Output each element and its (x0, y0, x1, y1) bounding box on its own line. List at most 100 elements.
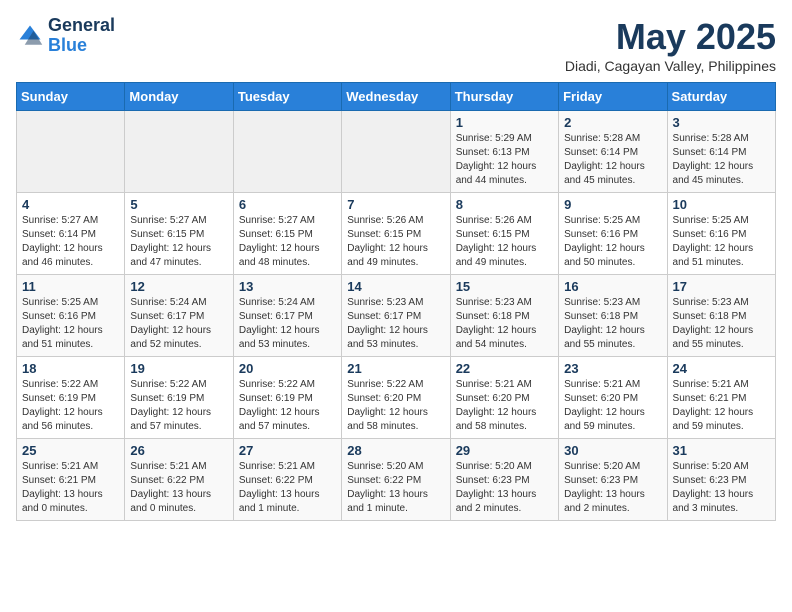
day-info: Sunrise: 5:22 AM Sunset: 6:19 PM Dayligh… (22, 378, 119, 434)
calendar-cell: 9 Sunrise: 5:25 AM Sunset: 6:16 PM Daylig… (559, 193, 667, 275)
title-block: May 2025 Diadi, Cagayan Valley, Philippi… (565, 16, 776, 74)
calendar-cell: 28 Sunrise: 5:20 AM Sunset: 6:22 PM Dayli… (342, 439, 450, 521)
day-info: Sunrise: 5:20 AM Sunset: 6:23 PM Dayligh… (564, 460, 661, 516)
calendar-cell: 4Sunrise: 5:27 AM Sunset: 6:14 PM Daylig… (17, 193, 125, 275)
day-info: Sunrise: 5:28 AM Sunset: 6:14 PM Dayligh… (564, 132, 661, 188)
calendar-cell: 23 Sunrise: 5:21 AM Sunset: 6:20 PM Dayli… (559, 357, 667, 439)
day-number: 14 (347, 279, 444, 294)
day-number: 6 (239, 197, 336, 212)
day-number: 18 (22, 361, 119, 376)
calendar-cell: 14Sunrise: 5:23 AM Sunset: 6:17 PM Dayli… (342, 275, 450, 357)
calendar-cell (125, 111, 233, 193)
day-info: Sunrise: 5:27 AM Sunset: 6:14 PM Dayligh… (22, 214, 119, 270)
day-number: 2 (564, 115, 661, 130)
day-info: Sunrise: 5:21 AM Sunset: 6:21 PM Dayligh… (22, 460, 119, 516)
calendar-cell: 12 Sunrise: 5:24 AM Sunset: 6:17 PM Dayli… (125, 275, 233, 357)
calendar-week-row: 4Sunrise: 5:27 AM Sunset: 6:14 PM Daylig… (17, 193, 776, 275)
day-info: Sunrise: 5:21 AM Sunset: 6:20 PM Dayligh… (456, 378, 553, 434)
day-info: Sunrise: 5:26 AM Sunset: 6:15 PM Dayligh… (456, 214, 553, 270)
day-number: 22 (456, 361, 553, 376)
day-info: Sunrise: 5:25 AM Sunset: 6:16 PM Dayligh… (673, 214, 770, 270)
day-info: Sunrise: 5:25 AM Sunset: 6:16 PM Dayligh… (22, 296, 119, 352)
calendar-cell (233, 111, 341, 193)
day-info: Sunrise: 5:21 AM Sunset: 6:20 PM Dayligh… (564, 378, 661, 434)
day-number: 19 (130, 361, 227, 376)
day-info: Sunrise: 5:20 AM Sunset: 6:23 PM Dayligh… (456, 460, 553, 516)
day-number: 30 (564, 443, 661, 458)
location-subtitle: Diadi, Cagayan Valley, Philippines (565, 58, 776, 74)
day-number: 29 (456, 443, 553, 458)
day-header-sunday: Sunday (17, 83, 125, 111)
day-number: 23 (564, 361, 661, 376)
day-number: 26 (130, 443, 227, 458)
day-number: 3 (673, 115, 770, 130)
day-number: 12 (130, 279, 227, 294)
day-info: Sunrise: 5:24 AM Sunset: 6:17 PM Dayligh… (239, 296, 336, 352)
calendar-header-row: SundayMondayTuesdayWednesdayThursdayFrid… (17, 83, 776, 111)
calendar-week-row: 11Sunrise: 5:25 AM Sunset: 6:16 PM Dayli… (17, 275, 776, 357)
calendar-cell: 1Sunrise: 5:29 AM Sunset: 6:13 PM Daylig… (450, 111, 558, 193)
calendar-cell: 5 Sunrise: 5:27 AM Sunset: 6:15 PM Daylig… (125, 193, 233, 275)
logo-line1: General (48, 16, 115, 36)
calendar-cell: 11Sunrise: 5:25 AM Sunset: 6:16 PM Dayli… (17, 275, 125, 357)
day-info: Sunrise: 5:26 AM Sunset: 6:15 PM Dayligh… (347, 214, 444, 270)
day-number: 20 (239, 361, 336, 376)
day-number: 28 (347, 443, 444, 458)
calendar-cell: 6 Sunrise: 5:27 AM Sunset: 6:15 PM Daylig… (233, 193, 341, 275)
day-info: Sunrise: 5:21 AM Sunset: 6:22 PM Dayligh… (130, 460, 227, 516)
day-number: 31 (673, 443, 770, 458)
day-header-thursday: Thursday (450, 83, 558, 111)
calendar-cell: 2 Sunrise: 5:28 AM Sunset: 6:14 PM Daylig… (559, 111, 667, 193)
day-header-monday: Monday (125, 83, 233, 111)
day-number: 9 (564, 197, 661, 212)
day-info: Sunrise: 5:23 AM Sunset: 6:18 PM Dayligh… (456, 296, 553, 352)
logo-line2: Blue (48, 36, 115, 56)
day-info: Sunrise: 5:23 AM Sunset: 6:18 PM Dayligh… (564, 296, 661, 352)
day-info: Sunrise: 5:23 AM Sunset: 6:18 PM Dayligh… (673, 296, 770, 352)
day-number: 17 (673, 279, 770, 294)
day-number: 10 (673, 197, 770, 212)
day-number: 27 (239, 443, 336, 458)
calendar-cell: 18 Sunrise: 5:22 AM Sunset: 6:19 PM Dayli… (17, 357, 125, 439)
calendar-cell: 19 Sunrise: 5:22 AM Sunset: 6:19 PM Dayli… (125, 357, 233, 439)
day-info: Sunrise: 5:27 AM Sunset: 6:15 PM Dayligh… (239, 214, 336, 270)
calendar-cell: 15 Sunrise: 5:23 AM Sunset: 6:18 PM Dayli… (450, 275, 558, 357)
calendar-cell: 27Sunrise: 5:21 AM Sunset: 6:22 PM Dayli… (233, 439, 341, 521)
day-info: Sunrise: 5:22 AM Sunset: 6:20 PM Dayligh… (347, 378, 444, 434)
calendar-cell: 8 Sunrise: 5:26 AM Sunset: 6:15 PM Daylig… (450, 193, 558, 275)
day-info: Sunrise: 5:27 AM Sunset: 6:15 PM Dayligh… (130, 214, 227, 270)
calendar-cell: 30 Sunrise: 5:20 AM Sunset: 6:23 PM Dayli… (559, 439, 667, 521)
logo: General Blue (16, 16, 115, 56)
calendar-cell: 21Sunrise: 5:22 AM Sunset: 6:20 PM Dayli… (342, 357, 450, 439)
day-info: Sunrise: 5:25 AM Sunset: 6:16 PM Dayligh… (564, 214, 661, 270)
month-title: May 2025 (565, 16, 776, 58)
calendar-cell: 25 Sunrise: 5:21 AM Sunset: 6:21 PM Dayli… (17, 439, 125, 521)
calendar-cell: 7 Sunrise: 5:26 AM Sunset: 6:15 PM Daylig… (342, 193, 450, 275)
calendar-cell: 10 Sunrise: 5:25 AM Sunset: 6:16 PM Dayli… (667, 193, 775, 275)
day-header-saturday: Saturday (667, 83, 775, 111)
calendar-cell (17, 111, 125, 193)
calendar-cell: 29 Sunrise: 5:20 AM Sunset: 6:23 PM Dayli… (450, 439, 558, 521)
day-number: 16 (564, 279, 661, 294)
day-header-wednesday: Wednesday (342, 83, 450, 111)
day-number: 1 (456, 115, 553, 130)
day-info: Sunrise: 5:22 AM Sunset: 6:19 PM Dayligh… (239, 378, 336, 434)
day-info: Sunrise: 5:22 AM Sunset: 6:19 PM Dayligh… (130, 378, 227, 434)
day-number: 5 (130, 197, 227, 212)
day-info: Sunrise: 5:20 AM Sunset: 6:22 PM Dayligh… (347, 460, 444, 516)
day-info: Sunrise: 5:28 AM Sunset: 6:14 PM Dayligh… (673, 132, 770, 188)
page-header: General Blue May 2025 Diadi, Cagayan Val… (16, 16, 776, 74)
calendar-cell: 24Sunrise: 5:21 AM Sunset: 6:21 PM Dayli… (667, 357, 775, 439)
calendar-week-row: 1Sunrise: 5:29 AM Sunset: 6:13 PM Daylig… (17, 111, 776, 193)
calendar-table: SundayMondayTuesdayWednesdayThursdayFrid… (16, 82, 776, 521)
calendar-cell: 20 Sunrise: 5:22 AM Sunset: 6:19 PM Dayli… (233, 357, 341, 439)
day-number: 7 (347, 197, 444, 212)
day-number: 25 (22, 443, 119, 458)
calendar-cell: 22 Sunrise: 5:21 AM Sunset: 6:20 PM Dayli… (450, 357, 558, 439)
day-number: 8 (456, 197, 553, 212)
day-number: 24 (673, 361, 770, 376)
day-info: Sunrise: 5:24 AM Sunset: 6:17 PM Dayligh… (130, 296, 227, 352)
day-number: 15 (456, 279, 553, 294)
calendar-cell: 17 Sunrise: 5:23 AM Sunset: 6:18 PM Dayli… (667, 275, 775, 357)
calendar-cell: 3 Sunrise: 5:28 AM Sunset: 6:14 PM Daylig… (667, 111, 775, 193)
